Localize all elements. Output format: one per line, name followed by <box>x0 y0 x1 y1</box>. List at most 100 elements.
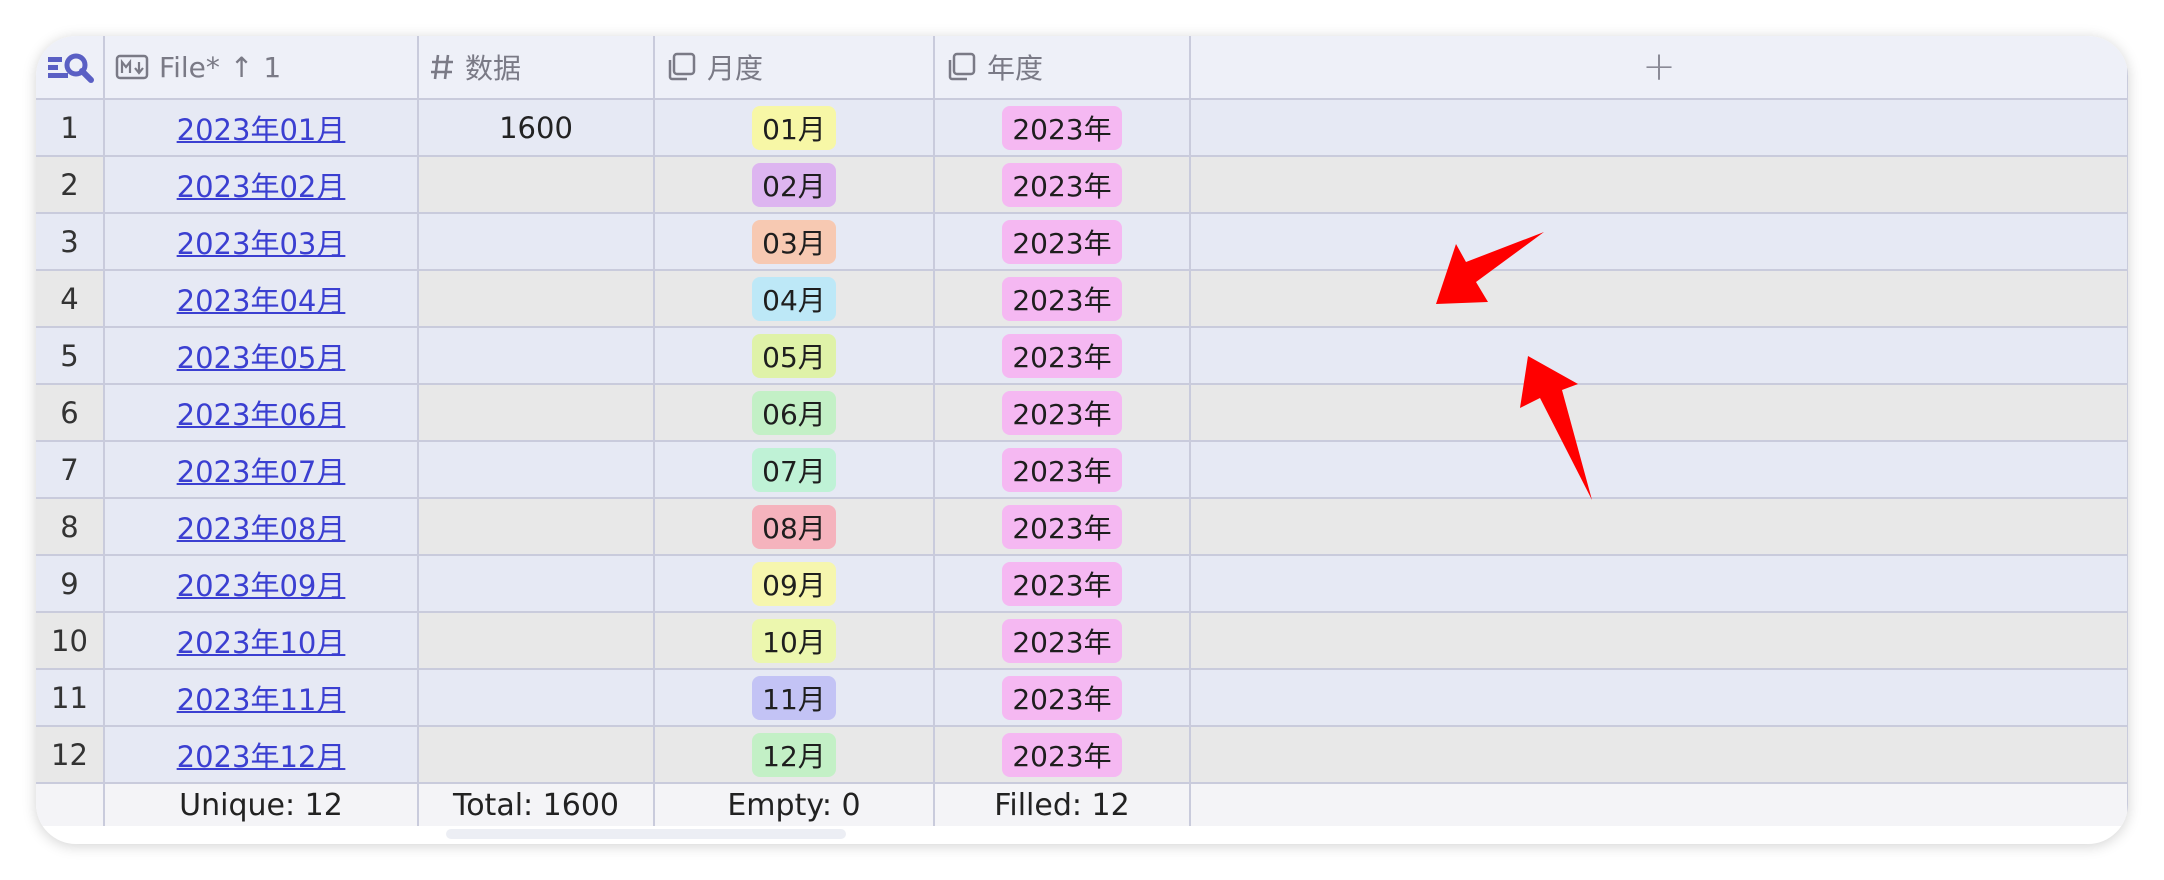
year-tag[interactable]: 2023年 <box>1002 447 1122 492</box>
year-tag[interactable]: 2023年 <box>1002 732 1122 777</box>
data-cell[interactable] <box>418 213 655 271</box>
file-link[interactable]: 2023年10月 <box>177 626 346 660</box>
month-cell[interactable]: 01月 <box>654 99 935 157</box>
copy-icon <box>665 51 697 83</box>
year-cell[interactable]: 2023年 <box>934 213 1191 271</box>
year-cell[interactable]: 2023年 <box>934 270 1191 328</box>
year-tag[interactable]: 2023年 <box>1002 675 1122 720</box>
data-cell[interactable] <box>418 156 655 214</box>
file-link[interactable]: 2023年06月 <box>177 398 346 432</box>
column-header-year[interactable]: 年度 <box>934 36 1191 100</box>
summary-year[interactable]: Filled: 12 <box>934 783 1191 826</box>
year-cell[interactable]: 2023年 <box>934 612 1191 670</box>
month-tag[interactable]: 08月 <box>752 504 836 549</box>
data-table: File* ↑ 1 数据 月度 年度 + 1 2023年01月 1600 01月… <box>36 36 2128 826</box>
file-link[interactable]: 2023年02月 <box>177 170 346 204</box>
year-tag[interactable]: 2023年 <box>1002 618 1122 663</box>
data-cell[interactable] <box>418 270 655 328</box>
month-cell[interactable]: 09月 <box>654 555 935 613</box>
month-cell[interactable]: 02月 <box>654 156 935 214</box>
month-tag[interactable]: 11月 <box>752 675 836 720</box>
month-tag[interactable]: 01月 <box>752 105 836 150</box>
column-label-month: 月度 <box>707 52 764 85</box>
file-link[interactable]: 2023年08月 <box>177 512 346 546</box>
month-tag[interactable]: 12月 <box>752 732 836 777</box>
year-tag[interactable]: 2023年 <box>1002 276 1122 321</box>
month-tag[interactable]: 05月 <box>752 333 836 378</box>
search-list-icon[interactable] <box>44 51 96 85</box>
year-tag[interactable]: 2023年 <box>1002 561 1122 606</box>
file-link[interactable]: 2023年05月 <box>177 341 346 375</box>
year-tag[interactable]: 2023年 <box>1002 105 1122 150</box>
add-column-button[interactable]: + <box>1190 36 2128 100</box>
year-tag[interactable]: 2023年 <box>1002 162 1122 207</box>
summary-empty-cell <box>36 783 105 826</box>
file-link[interactable]: 2023年04月 <box>177 284 346 318</box>
month-tag[interactable]: 07月 <box>752 447 836 492</box>
file-link[interactable]: 2023年01月 <box>177 113 346 147</box>
year-cell[interactable]: 2023年 <box>934 498 1191 556</box>
data-cell[interactable] <box>418 384 655 442</box>
plus-icon[interactable]: + <box>1642 44 1676 90</box>
horizontal-scrollbar[interactable] <box>446 829 846 839</box>
table-row: 3 2023年03月 03月 2023年 <box>36 213 2128 271</box>
year-tag[interactable]: 2023年 <box>1002 504 1122 549</box>
file-link[interactable]: 2023年03月 <box>177 227 346 261</box>
year-cell[interactable]: 2023年 <box>934 555 1191 613</box>
sort-ascending-icon[interactable]: ↑ <box>230 51 253 84</box>
data-cell[interactable] <box>418 441 655 499</box>
query-header-cell[interactable] <box>36 36 105 100</box>
empty-cell <box>1190 555 2128 613</box>
year-tag[interactable]: 2023年 <box>1002 390 1122 435</box>
table-row: 11 2023年11月 11月 2023年 <box>36 669 2128 727</box>
year-cell[interactable]: 2023年 <box>934 384 1191 442</box>
file-link[interactable]: 2023年07月 <box>177 455 346 489</box>
year-cell[interactable]: 2023年 <box>934 669 1191 727</box>
data-cell[interactable] <box>418 555 655 613</box>
month-cell[interactable]: 05月 <box>654 327 935 385</box>
column-header-data[interactable]: 数据 <box>418 36 655 100</box>
month-cell[interactable]: 04月 <box>654 270 935 328</box>
markdown-icon <box>115 53 149 81</box>
year-cell[interactable]: 2023年 <box>934 726 1191 784</box>
summary-month[interactable]: Empty: 0 <box>654 783 935 826</box>
column-header-month[interactable]: 月度 <box>654 36 935 100</box>
column-header-file[interactable]: File* ↑ 1 <box>104 36 419 100</box>
row-index: 1 <box>36 99 105 157</box>
row-index: 11 <box>36 669 105 727</box>
data-cell[interactable]: 1600 <box>418 99 655 157</box>
summary-file[interactable]: Unique: 12 <box>104 783 419 826</box>
file-cell: 2023年07月 <box>104 441 419 499</box>
year-cell[interactable]: 2023年 <box>934 441 1191 499</box>
month-cell[interactable]: 07月 <box>654 441 935 499</box>
year-tag[interactable]: 2023年 <box>1002 219 1122 264</box>
summary-data[interactable]: Total: 1600 <box>418 783 655 826</box>
year-cell[interactable]: 2023年 <box>934 156 1191 214</box>
year-cell[interactable]: 2023年 <box>934 327 1191 385</box>
file-link[interactable]: 2023年11月 <box>177 683 346 717</box>
year-tag[interactable]: 2023年 <box>1002 333 1122 378</box>
month-cell[interactable]: 06月 <box>654 384 935 442</box>
data-cell[interactable] <box>418 327 655 385</box>
row-index: 12 <box>36 726 105 784</box>
file-link[interactable]: 2023年12月 <box>177 740 346 774</box>
month-cell[interactable]: 08月 <box>654 498 935 556</box>
month-tag[interactable]: 02月 <box>752 162 836 207</box>
data-cell[interactable] <box>418 669 655 727</box>
year-cell[interactable]: 2023年 <box>934 99 1191 157</box>
month-cell[interactable]: 12月 <box>654 726 935 784</box>
data-cell[interactable] <box>418 498 655 556</box>
month-tag[interactable]: 06月 <box>752 390 836 435</box>
month-cell[interactable]: 11月 <box>654 669 935 727</box>
month-cell[interactable]: 03月 <box>654 213 935 271</box>
data-cell[interactable] <box>418 726 655 784</box>
month-tag[interactable]: 04月 <box>752 276 836 321</box>
month-tag[interactable]: 09月 <box>752 561 836 606</box>
row-index: 8 <box>36 498 105 556</box>
month-tag[interactable]: 03月 <box>752 219 836 264</box>
month-tag[interactable]: 10月 <box>752 618 836 663</box>
summary-row: Unique: 12 Total: 1600 Empty: 0 Filled: … <box>36 783 2128 826</box>
data-cell[interactable] <box>418 612 655 670</box>
file-link[interactable]: 2023年09月 <box>177 569 346 603</box>
month-cell[interactable]: 10月 <box>654 612 935 670</box>
